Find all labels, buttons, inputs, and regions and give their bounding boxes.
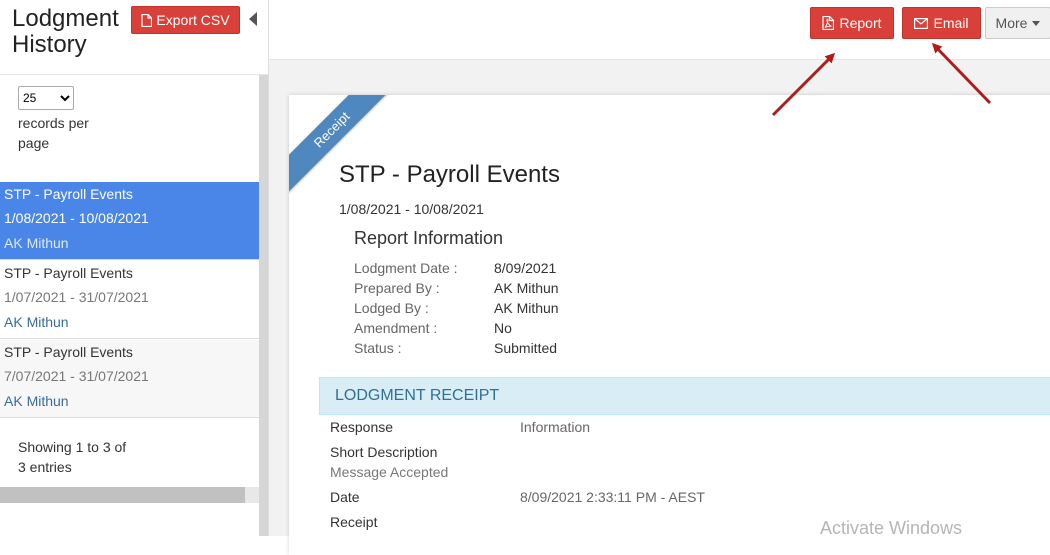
info-value: AK Mithun: [494, 280, 559, 296]
horizontal-scroll-thumb[interactable]: [0, 487, 245, 503]
pdf-file-icon: [822, 16, 835, 30]
lodgment-history-sidebar: Lodgment History Export CSV 25 records p…: [0, 0, 269, 536]
caret-down-icon: [1032, 20, 1041, 26]
list-item-dates: 7/07/2021 - 31/07/2021: [4, 368, 149, 384]
horizontal-scrollbar[interactable]: [0, 487, 259, 503]
collapse-sidebar-icon[interactable]: [249, 12, 257, 26]
receipt-label: Receipt: [330, 514, 378, 530]
list-item-user: AK Mithun: [4, 393, 69, 409]
lodgment-receipt-heading: LODGMENT RECEIPT: [335, 387, 500, 404]
top-toolbar: Report Email More: [269, 0, 1050, 60]
list-item-dates: 1/07/2021 - 31/07/2021: [4, 289, 149, 305]
info-key: Lodged By :: [354, 300, 429, 316]
export-csv-button[interactable]: Export CSV: [131, 6, 240, 34]
sidebar-vertical-scrollbar[interactable]: [259, 75, 268, 536]
report-button[interactable]: Report: [810, 7, 894, 39]
short-description-label: Short Description: [330, 444, 438, 460]
report-information-heading: Report Information: [354, 228, 504, 248]
report-button-label: Report: [839, 15, 882, 31]
sidebar-title: Lodgment History: [12, 5, 119, 58]
info-value: No: [494, 320, 512, 336]
info-key: Status :: [354, 340, 402, 356]
info-value: Submitted: [494, 340, 558, 356]
document-period: 1/08/2021 - 10/08/2021: [339, 201, 484, 217]
list-item[interactable]: STP - Payroll Events 1/08/2021 - 10/08/2…: [0, 182, 259, 260]
info-key: Amendment :: [354, 320, 438, 336]
info-key: Lodgment Date :: [354, 260, 458, 276]
receipt-document-card: Receipt STP - Payroll Events 1/08/2021 -…: [289, 95, 1050, 555]
list-item-title: STP - Payroll Events: [4, 265, 133, 281]
info-value: 8/09/2021: [494, 260, 557, 276]
date-value: 8/09/2021 2:33:11 PM - AEST: [520, 489, 705, 505]
list-item-title: STP - Payroll Events: [4, 344, 133, 360]
email-button-label: Email: [933, 15, 969, 31]
info-key: Prepared By :: [354, 280, 440, 296]
showing-entries-info: Showing 1 to 3 of 3 entries: [18, 439, 127, 475]
list-item-dates: 1/08/2021 - 10/08/2021: [4, 210, 149, 226]
date-label: Date: [330, 489, 360, 505]
list-item-user: AK Mithun: [4, 314, 69, 330]
records-per-page-select[interactable]: 25: [18, 86, 74, 110]
records-per-page-label: records per page: [18, 115, 89, 151]
export-csv-label: Export CSV: [156, 12, 230, 28]
list-item[interactable]: STP - Payroll Events 1/07/2021 - 31/07/2…: [0, 261, 259, 339]
document-title: STP - Payroll Events: [339, 161, 560, 188]
short-description-value: Message Accepted: [330, 464, 449, 480]
more-button-label: More: [995, 15, 1028, 31]
list-item-title: STP - Payroll Events: [4, 186, 133, 202]
more-dropdown-button[interactable]: More: [985, 7, 1050, 39]
response-label: Response: [330, 419, 394, 435]
file-icon: [141, 13, 153, 27]
lodgment-receipt-header: LODGMENT RECEIPT: [319, 377, 1050, 415]
list-item[interactable]: STP - Payroll Events 7/07/2021 - 31/07/2…: [0, 340, 259, 418]
envelope-icon: [914, 17, 929, 29]
sidebar-header: Lodgment History Export CSV: [0, 0, 268, 75]
email-button[interactable]: Email: [902, 7, 981, 39]
info-value: AK Mithun: [494, 300, 559, 316]
response-value: Information: [520, 419, 591, 435]
list-item-user: AK Mithun: [4, 235, 69, 251]
